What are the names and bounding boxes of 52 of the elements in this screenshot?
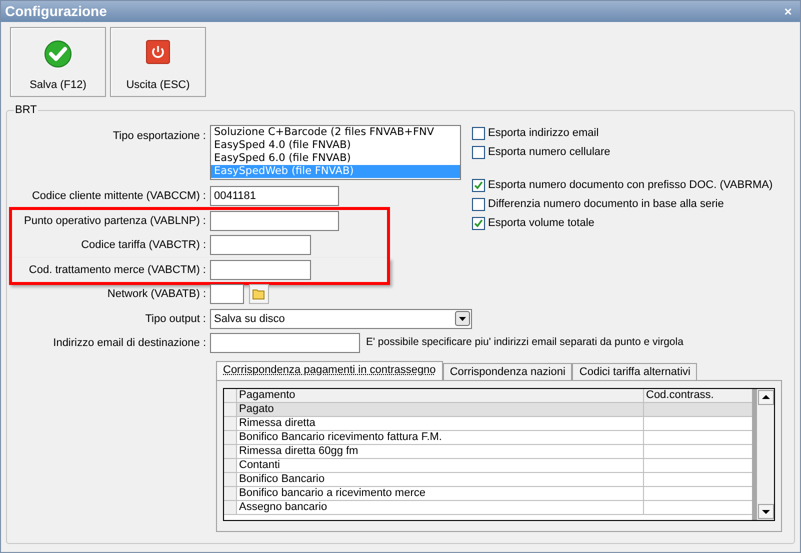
checkbox[interactable] xyxy=(472,198,485,210)
list-option[interactable]: Soluzione C+Barcode (2 files FNVAB+FNV xyxy=(211,126,460,139)
tab[interactable]: Codici tariffa alternativi xyxy=(572,362,698,380)
text-input[interactable] xyxy=(210,260,311,280)
table-row[interactable]: Pagato xyxy=(224,402,752,416)
export-type-list[interactable]: Soluzione C+Barcode (2 files FNVAB+FNV EasySped 4.0 (file FNVAB) EasySped 6.0 (file FNVAB) EasySpedWeb (file FNVAB) xyxy=(210,125,461,180)
list-option[interactable]: EasySped 6.0 (file FNVAB) xyxy=(211,152,460,165)
table-cell: Assegno bancario xyxy=(237,500,644,514)
scroll-up-icon[interactable] xyxy=(758,390,774,404)
checkbox-option[interactable]: Esporta numero cellulare xyxy=(472,145,773,159)
exit-button[interactable]: Uscita (ESC) xyxy=(110,27,206,97)
field-label: Punto operativo partenza (VABLNP) : xyxy=(22,214,207,228)
table-row[interactable]: Bonifico bancario a ricevimento merce xyxy=(224,486,752,500)
field-label: Indirizzo email di destinazione : xyxy=(52,336,207,351)
checked-checkbox[interactable] xyxy=(472,216,485,230)
field-label: Tipo output : xyxy=(144,312,207,326)
folder-button[interactable] xyxy=(249,284,269,304)
text-input[interactable] xyxy=(210,235,311,256)
scroll-down-icon[interactable] xyxy=(758,504,774,518)
save-button[interactable]: Salva (F12) xyxy=(10,27,106,97)
table-row[interactable]: Bonifico Bancario xyxy=(224,472,752,486)
table-row[interactable]: Rimessa diretta xyxy=(224,416,752,430)
checkbox[interactable] xyxy=(472,146,485,158)
vertical-scrollbar[interactable] xyxy=(752,388,774,520)
field-label: Codice tariffa (VABCTR) : xyxy=(80,238,207,253)
tab[interactable]: Corrispondenza nazioni xyxy=(442,362,572,380)
power-icon xyxy=(146,40,170,64)
tab[interactable]: Corrispondenza pagamenti in contrassegno xyxy=(216,360,443,380)
output-type-dropdown[interactable]: Salva su disco xyxy=(210,308,472,329)
checkmark-icon xyxy=(44,40,72,68)
checked-checkbox[interactable] xyxy=(472,178,485,192)
checkbox-option[interactable]: Esporta volume totale xyxy=(472,216,773,230)
hint-text: E' possibile specificare piu' indirizzi email separati da punto e virgola xyxy=(366,335,684,350)
text-input[interactable] xyxy=(210,333,360,354)
table-row[interactable]: Assegno bancario xyxy=(224,500,752,514)
table-row[interactable]: Rimessa diretta 60gg fm xyxy=(224,444,752,458)
checkbox[interactable] xyxy=(472,126,485,140)
text-input[interactable]: 0041181 xyxy=(210,186,339,206)
table-row[interactable]: Contanti xyxy=(224,458,752,472)
table-row[interactable]: Bonifico Bancario ricevimento fattura F.M. xyxy=(224,430,752,444)
window-title: Configurazione xyxy=(5,2,107,21)
checkbox-option[interactable]: Esporta numero documento con prefisso DOC. (VABRMA) xyxy=(472,178,773,192)
checkbox-option[interactable]: Differenzia numero documento in base alla serie xyxy=(472,197,773,211)
checkbox-option[interactable]: Esporta indirizzo email xyxy=(472,126,773,140)
field-label: Cod. trattamento merce (VABCTM) : xyxy=(28,262,207,278)
list-option[interactable]: EasySped 4.0 (file FNVAB) xyxy=(211,139,460,152)
text-input[interactable] xyxy=(210,284,244,304)
folder-icon xyxy=(252,288,266,300)
field-label: Network (VABATB) : xyxy=(106,287,207,302)
text-input[interactable] xyxy=(210,210,339,231)
field-label: Tipo esportazione : xyxy=(112,129,207,144)
field-label: Codice cliente mittente (VABCCM) : xyxy=(30,189,207,204)
